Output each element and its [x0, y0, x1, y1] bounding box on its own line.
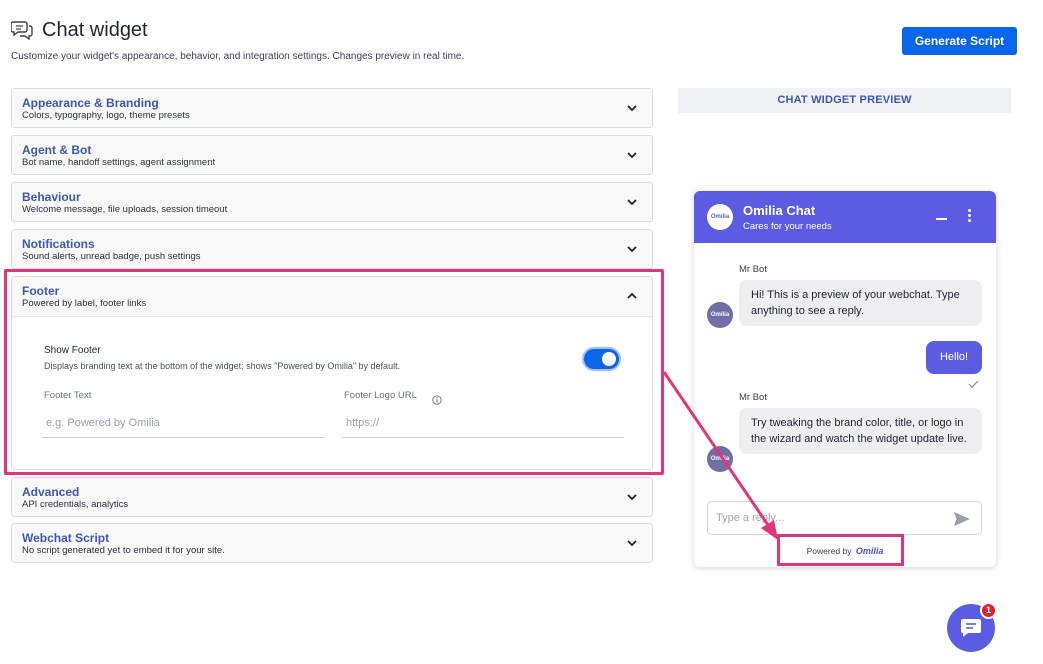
footer-text-label: Footer Text: [44, 390, 92, 401]
section-footer: Footer Powered by label, footer links Sh…: [11, 276, 653, 470]
section-title: Appearance & Branding: [22, 96, 159, 110]
show-footer-description: Displays branding text at the bottom of …: [44, 361, 401, 371]
chat-bubbles-icon: [10, 20, 33, 41]
chevron-down-icon[interactable]: [626, 243, 638, 255]
section-appearance-branding[interactable]: Appearance & Branding Colors, typography…: [11, 88, 653, 128]
section-title: Footer: [22, 284, 60, 298]
widget-logo: Omilia: [707, 204, 733, 230]
page-title: Chat widget: [42, 19, 148, 41]
chevron-down-icon[interactable]: [626, 149, 638, 161]
chat-icon: [961, 619, 981, 637]
widget-subtitle: Cares for your needs: [743, 221, 832, 232]
bot-sender-name: Mr Bot: [739, 392, 767, 403]
section-description: Colors, typography, logo, theme presets: [22, 110, 190, 121]
section-notifications[interactable]: Notifications Sound alerts, unread badge…: [11, 229, 653, 269]
checkmark-icon: [968, 375, 979, 388]
chevron-up-icon[interactable]: [626, 290, 638, 302]
chat-widget-preview-tab[interactable]: CHAT WIDGET PREVIEW: [678, 88, 1011, 113]
section-title: Notifications: [22, 237, 95, 251]
bot-avatar: Omilia: [707, 302, 733, 328]
powered-by-label: Powered by: [806, 546, 852, 556]
section-description: No script generated yet to embed it for …: [22, 545, 225, 556]
section-description: Welcome message, file uploads, session t…: [22, 204, 228, 215]
reply-box: [707, 501, 982, 535]
section-description: API credentials, analytics: [22, 499, 129, 510]
widget-header: Omilia Omilia Chat Cares for your needs: [694, 191, 996, 243]
section-title: Advanced: [22, 485, 80, 499]
reply-input[interactable]: [716, 508, 936, 528]
bot-sender-name: Mr Bot: [739, 264, 767, 275]
section-behaviour[interactable]: Behaviour Welcome message, file uploads,…: [11, 182, 653, 222]
chevron-down-icon[interactable]: [626, 491, 638, 503]
generate-script-button[interactable]: Generate Script: [902, 27, 1017, 55]
bot-avatar: Omilia: [707, 446, 733, 472]
section-description: Sound alerts, unread badge, push setting…: [22, 251, 201, 262]
section-description: Powered by label, footer links: [22, 298, 147, 309]
section-advanced[interactable]: Advanced API credentials, analytics: [11, 477, 653, 517]
chevron-down-icon[interactable]: [626, 102, 638, 114]
show-footer-toggle[interactable]: [584, 349, 619, 369]
bot-message: Hi! This is a preview of your webchat. T…: [739, 280, 982, 326]
widget-title: Omilia Chat: [743, 203, 816, 218]
chat-widget-preview: Omilia Omilia Chat Cares for your needs …: [694, 191, 996, 567]
send-icon[interactable]: [953, 511, 971, 527]
section-webchat-script[interactable]: Webchat Script No script generated yet t…: [11, 523, 653, 563]
more-vertical-icon[interactable]: [965, 209, 973, 223]
section-title: Webchat Script: [22, 531, 110, 545]
unread-badge: 1: [980, 602, 997, 619]
powered-by-footer: Powered by Omilia: [694, 546, 996, 556]
chevron-down-icon[interactable]: [626, 196, 638, 208]
footer-text-input[interactable]: [42, 408, 324, 438]
show-footer-label: Show Footer: [44, 345, 101, 356]
info-icon[interactable]: [432, 392, 442, 405]
powered-by-brand-logo: Omilia: [855, 546, 884, 556]
section-footer-header[interactable]: Footer Powered by label, footer links: [12, 277, 652, 317]
section-title: Behaviour: [22, 190, 81, 204]
chat-widget-settings-page: Chat widget Customize your widget's appe…: [0, 0, 1043, 664]
chevron-down-icon[interactable]: [626, 537, 638, 549]
section-description: Bot name, handoff settings, agent assign…: [22, 157, 216, 168]
section-agent-bot[interactable]: Agent & Bot Bot name, handoff settings, …: [11, 135, 653, 175]
section-title: Agent & Bot: [22, 143, 92, 157]
toggle-knob: [602, 352, 616, 366]
bot-message: Try tweaking the brand color, title, or …: [739, 408, 982, 454]
minimize-icon[interactable]: [936, 218, 947, 220]
footer-logo-url-input[interactable]: [342, 408, 624, 438]
footer-logo-url-label: Footer Logo URL: [344, 390, 417, 401]
page-subtitle: Customize your widget's appearance, beha…: [11, 51, 465, 62]
user-message: Hello!: [926, 341, 982, 374]
